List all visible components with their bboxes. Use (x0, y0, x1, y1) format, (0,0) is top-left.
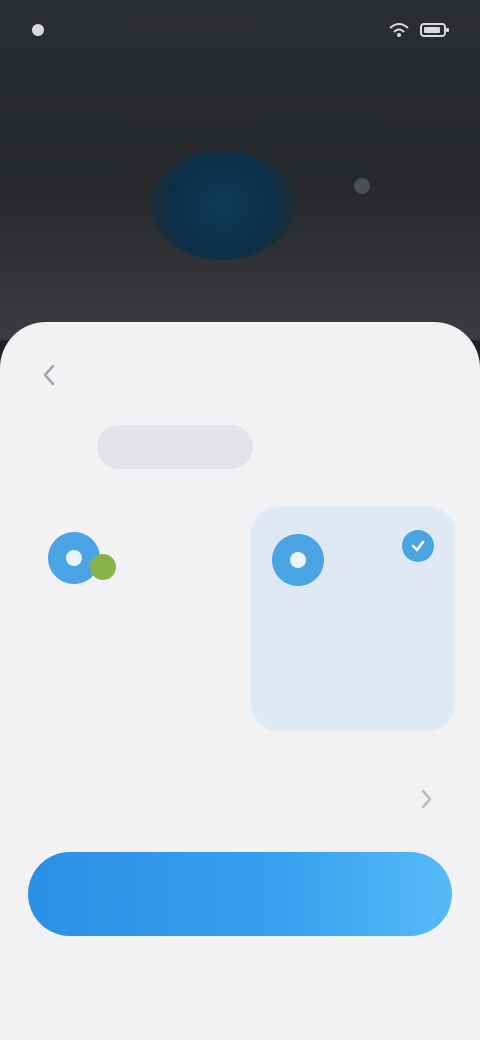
battery-icon (420, 22, 450, 38)
status-right (378, 22, 450, 38)
option-card-second[interactable] (250, 506, 456, 732)
wifi-icon (388, 22, 410, 38)
tab-second[interactable] (267, 425, 383, 469)
bottom-sheet (0, 322, 480, 1040)
tab-first[interactable] (97, 425, 253, 469)
badge-icon (90, 554, 116, 580)
status-bar (0, 0, 480, 60)
check-icon (402, 530, 434, 562)
settings-row[interactable] (52, 772, 432, 830)
status-left (30, 22, 58, 38)
primary-button[interactable] (28, 852, 452, 936)
back-button[interactable] (34, 362, 64, 392)
app-icon (272, 534, 324, 586)
top-area (0, 0, 480, 340)
indicator-dot (354, 178, 370, 194)
option-card-first[interactable] (28, 506, 230, 732)
option-cards (28, 506, 456, 732)
sheet-header (0, 362, 480, 392)
location-icon (30, 22, 46, 38)
chevron-left-icon (42, 364, 56, 391)
chevron-right-icon (420, 789, 432, 814)
segmented-control (90, 420, 390, 474)
avatar-image (150, 150, 295, 260)
